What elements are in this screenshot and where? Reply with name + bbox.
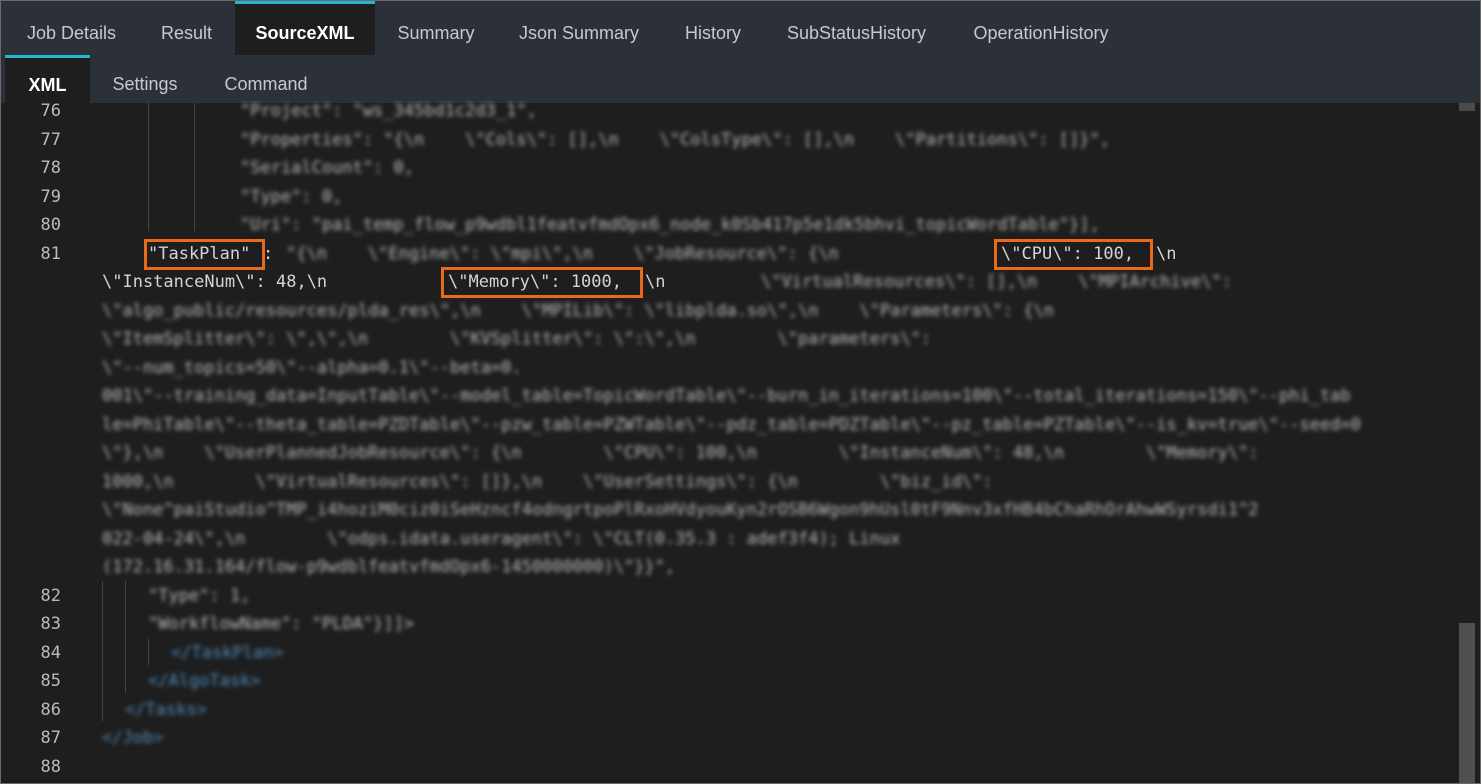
line-number: 82	[40, 586, 61, 606]
window-frame: Job Details Result SourceXML Summary Jso…	[0, 0, 1481, 784]
sub-tab-bar: XML Settings Command	[1, 55, 1480, 103]
indent-guide	[102, 581, 103, 721]
line-number: 79	[40, 187, 61, 207]
tab-operationhistory[interactable]: OperationHistory	[948, 1, 1134, 55]
code-line-blurred: "Type": 0,	[240, 187, 343, 207]
code-line-blurred: "Properties": "{\n \"Cols\": [],\n \"Col…	[240, 130, 1110, 150]
code-line-blurred: 001\"--training_data=InputTable\"--model…	[102, 386, 1351, 406]
code-line-blurred: </TaskPlan>	[171, 643, 284, 663]
line-number: 83	[40, 614, 61, 634]
tab-summary[interactable]: Summary	[375, 1, 497, 55]
tab-json-summary[interactable]: Json Summary	[497, 1, 661, 55]
line-number: 78	[40, 158, 61, 178]
indent-guide	[125, 581, 126, 693]
tab-xml[interactable]: XML	[5, 55, 90, 103]
code-line-blurred: \"},\n \"UserPlannedJobResource\": {\n \…	[102, 443, 1259, 463]
code-line-blurred: \"--num_topics=50\"--alpha=0.1\"--beta=0…	[102, 358, 522, 378]
xml-editor[interactable]: 76 77 78 79 80 81 82 83 84 85 86 87 88 "…	[1, 101, 1480, 783]
code-line-blurred: 022-04-24\",\n \"odps.idata.useragent\":…	[102, 529, 901, 549]
line-number: 88	[40, 757, 61, 777]
cpu-highlight-box	[994, 239, 1153, 270]
line-number: 81	[40, 244, 61, 264]
line-number: 80	[40, 215, 61, 235]
line-number: 86	[40, 700, 61, 720]
tab-sourcexml[interactable]: SourceXML	[235, 1, 375, 55]
code-line-blurred: </Job>	[102, 728, 164, 748]
code-line-blurred: (172.16.31.164/flow-p9wdblfeatvfmdOpx6-1…	[102, 557, 676, 577]
tab-history[interactable]: History	[661, 1, 765, 55]
tab-substatushistory[interactable]: SubStatusHistory	[765, 1, 948, 55]
indent-guide	[148, 639, 149, 665]
code-line-blurred: "Uri": "pai_temp_flow_p9wdbl1featvfmdOpx…	[240, 215, 1100, 235]
code-line-blurred: "SerialCount": 0,	[240, 158, 414, 178]
code-line-blurred: le=PhiTable\"--theta_table=PZDTable\"--p…	[102, 415, 1361, 435]
code-line-blurred: </AlgoTask>	[148, 671, 261, 691]
code-line-blurred: "{\n \"Engine\": \"mpi\",\n \"JobResourc…	[286, 244, 839, 264]
tab-job-details[interactable]: Job Details	[5, 1, 138, 55]
code-line-blurred: \"algo_public/resources/plda_res\",\n \"…	[102, 301, 1054, 321]
top-tab-bar: Job Details Result SourceXML Summary Jso…	[1, 1, 1480, 55]
code-line-blurred: </Tasks>	[125, 700, 207, 720]
instancenum-value: \"InstanceNum\": 48,\n	[102, 272, 328, 292]
line-number: 76	[40, 101, 61, 121]
tab-settings[interactable]: Settings	[90, 55, 200, 103]
tab-command[interactable]: Command	[200, 55, 332, 103]
indent-guide	[148, 103, 149, 231]
code-line-blurred: \"None^paiStudio^TMP_i4hoziM0ciz0iSeHznc…	[102, 500, 1259, 520]
tab-result[interactable]: Result	[138, 1, 235, 55]
code-separator: :	[263, 244, 284, 264]
scroll-thumb[interactable]	[1459, 623, 1475, 783]
code-line-blurred: \"VirtualResources\": [],\n \"MPIArchive…	[761, 272, 1232, 292]
code-newline: \n	[1156, 244, 1177, 264]
line-number: 77	[40, 130, 61, 150]
line-number: 84	[40, 643, 61, 663]
code-line-blurred: 1000,\n \"VirtualResources\": []},\n \"U…	[102, 472, 993, 492]
scroll-up-arrow[interactable]	[1459, 103, 1475, 111]
line-number: 87	[40, 728, 61, 748]
taskplan-highlight-box	[144, 239, 265, 270]
code-line-blurred: "Project": "ws_345bd1c2d3_1",	[240, 101, 537, 121]
indent-guide	[194, 103, 195, 231]
code-newline: \n	[645, 272, 666, 292]
memory-highlight-box	[441, 267, 643, 298]
line-number: 85	[40, 671, 61, 691]
code-line-blurred: "WorkflowName": "PLDA"}]]>	[148, 614, 415, 634]
code-line-blurred: "Type": 1,	[148, 586, 251, 606]
code-line-blurred: \"ItemSplitter\": \",\",\n \"KVSplitter\…	[102, 329, 932, 349]
